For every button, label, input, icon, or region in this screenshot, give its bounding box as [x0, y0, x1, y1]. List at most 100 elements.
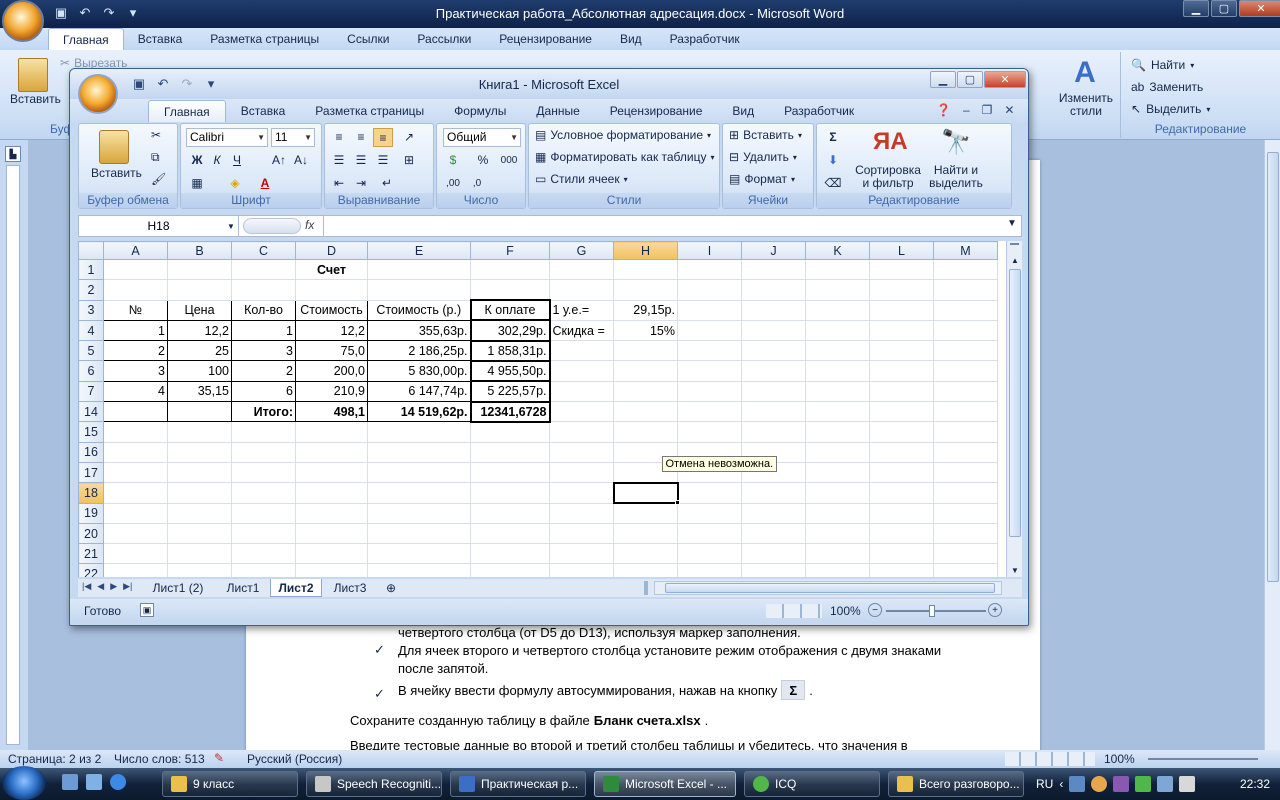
cell-G21[interactable]: [549, 543, 614, 565]
excel-scroll-thumb[interactable]: [1009, 269, 1021, 537]
select-all-corner[interactable]: [78, 241, 104, 260]
cell-C7[interactable]: 6: [231, 380, 296, 403]
cell-A5[interactable]: 2: [103, 340, 168, 362]
close-icon[interactable]: ✕: [1004, 103, 1014, 117]
cell-G5[interactable]: [549, 340, 614, 362]
cell-H15[interactable]: [613, 421, 678, 443]
word-tab-review[interactable]: Рецензирование: [485, 28, 606, 50]
cell-D22[interactable]: [295, 563, 368, 577]
zoom-in-icon[interactable]: +: [988, 603, 1002, 617]
cell-H20[interactable]: [613, 522, 678, 545]
cell-F1[interactable]: [470, 258, 550, 281]
maximize-icon[interactable]: ▢: [957, 71, 983, 88]
cell-H7[interactable]: [613, 380, 678, 403]
maximize-icon[interactable]: ▢: [1211, 0, 1237, 17]
cell-C16[interactable]: [231, 441, 296, 463]
cell-J15[interactable]: [741, 421, 806, 443]
name-box[interactable]: H18: [79, 216, 239, 236]
cell-H2[interactable]: [613, 279, 678, 301]
cell-I6[interactable]: [677, 360, 742, 382]
save-icon[interactable]: ▣: [52, 4, 70, 22]
decrease-indent-icon[interactable]: ⇤: [329, 174, 349, 193]
cell-J1[interactable]: [741, 258, 806, 281]
thousands-button[interactable]: 000: [497, 151, 521, 170]
tray-icon[interactable]: [1135, 776, 1152, 792]
cell-F7[interactable]: 5 225,57р.: [469, 380, 551, 403]
cell-A22[interactable]: [103, 563, 168, 577]
cell-I21[interactable]: [677, 543, 742, 565]
cell-F20[interactable]: [470, 522, 550, 545]
excel-hscroll-thumb[interactable]: [665, 583, 995, 593]
excel-horizontal-scrollbar[interactable]: [654, 581, 1002, 595]
cell-E14[interactable]: 14 519,62р.: [367, 401, 471, 423]
start-button[interactable]: [2, 766, 46, 800]
column-header[interactable]: G: [549, 241, 614, 260]
cell-H5[interactable]: [613, 340, 678, 362]
cell-I5[interactable]: [677, 340, 742, 362]
increase-indent-icon[interactable]: ⇥: [351, 174, 371, 193]
cell-A20[interactable]: [103, 522, 168, 545]
tray-icon[interactable]: [1113, 776, 1130, 792]
excel-zoom-level[interactable]: 100%: [830, 604, 861, 618]
cell-M15[interactable]: [933, 421, 998, 443]
cell-D5[interactable]: 75,0: [295, 340, 368, 362]
font-size-combo[interactable]: 11 ▼: [271, 128, 315, 147]
percent-button[interactable]: %: [473, 151, 493, 170]
cell-I14[interactable]: [677, 401, 742, 423]
cell-M14[interactable]: [933, 401, 998, 423]
sort-filter-button[interactable]: Сортировка и фильтр: [853, 164, 923, 190]
cell-A4[interactable]: 1: [103, 319, 168, 342]
zoom-out-icon[interactable]: −: [868, 603, 882, 617]
column-header[interactable]: L: [869, 241, 934, 260]
word-vertical-scrollbar[interactable]: [1264, 140, 1280, 750]
excel-tab-insert[interactable]: Вставка: [226, 100, 301, 122]
cell-M1[interactable]: [933, 258, 998, 281]
cell-K7[interactable]: [805, 380, 870, 403]
cell-F6[interactable]: 4 955,50р.: [469, 359, 551, 383]
cell-I7[interactable]: [677, 380, 742, 403]
language-indicator[interactable]: RU: [1036, 777, 1053, 791]
clock[interactable]: 22:32: [1240, 777, 1270, 791]
sheet-tab[interactable]: Лист3: [324, 579, 376, 597]
cell-I20[interactable]: [677, 522, 742, 545]
excel-zoom-slider[interactable]: [886, 610, 986, 612]
row-header[interactable]: 15: [78, 421, 104, 443]
word-tab-insert[interactable]: Вставка: [124, 28, 197, 50]
qat-dropdown-icon[interactable]: ▾: [124, 4, 142, 22]
split-handle[interactable]: [1010, 243, 1019, 253]
word-tab-home[interactable]: Главная: [48, 28, 124, 50]
excel-office-button[interactable]: [78, 74, 118, 114]
scroll-down-icon[interactable]: ▼: [1007, 563, 1023, 577]
cell-B19[interactable]: [167, 502, 232, 524]
cell-L21[interactable]: [869, 543, 934, 565]
cell-J18[interactable]: [741, 482, 806, 504]
align-middle-icon[interactable]: ≡: [351, 128, 371, 147]
chevron-down-icon[interactable]: ▼: [1007, 218, 1017, 229]
cell-M5[interactable]: [933, 340, 998, 362]
cell-A18[interactable]: [103, 482, 168, 504]
delete-cells-button[interactable]: ⊟ Удалить ▾: [729, 150, 797, 164]
cell-C15[interactable]: [231, 421, 296, 443]
word-zoom-slider[interactable]: [1148, 758, 1258, 760]
cell-D20[interactable]: [295, 522, 368, 545]
row-header[interactable]: 16: [78, 441, 104, 463]
number-format-combo[interactable]: Общий ▼: [443, 128, 521, 147]
tray-icon[interactable]: [1069, 776, 1086, 792]
cell-H22[interactable]: [613, 563, 678, 577]
cell-K3[interactable]: [805, 299, 870, 321]
underline-button[interactable]: Ч: [227, 151, 247, 170]
prev-sheet-icon[interactable]: ◀: [97, 581, 104, 592]
cell-C1[interactable]: [231, 258, 296, 281]
taskbar-item[interactable]: Всего разговоро...: [888, 771, 1024, 797]
ruler-toggle-icon[interactable]: ▙: [5, 146, 21, 162]
insert-sheet-icon[interactable]: ⊕: [378, 579, 404, 597]
cell-C18[interactable]: [231, 482, 296, 504]
taskbar-item-active[interactable]: Microsoft Excel - ...: [594, 771, 736, 797]
tray-icon[interactable]: [1091, 776, 1108, 792]
cell-B17[interactable]: [167, 461, 232, 484]
currency-icon[interactable]: $: [443, 151, 463, 170]
cell-D18[interactable]: [295, 482, 368, 504]
word-find-button[interactable]: 🔍 Найти ▾: [1131, 58, 1194, 72]
cell-H4[interactable]: 15%: [613, 319, 678, 342]
view-buttons[interactable]: [1005, 752, 1095, 766]
